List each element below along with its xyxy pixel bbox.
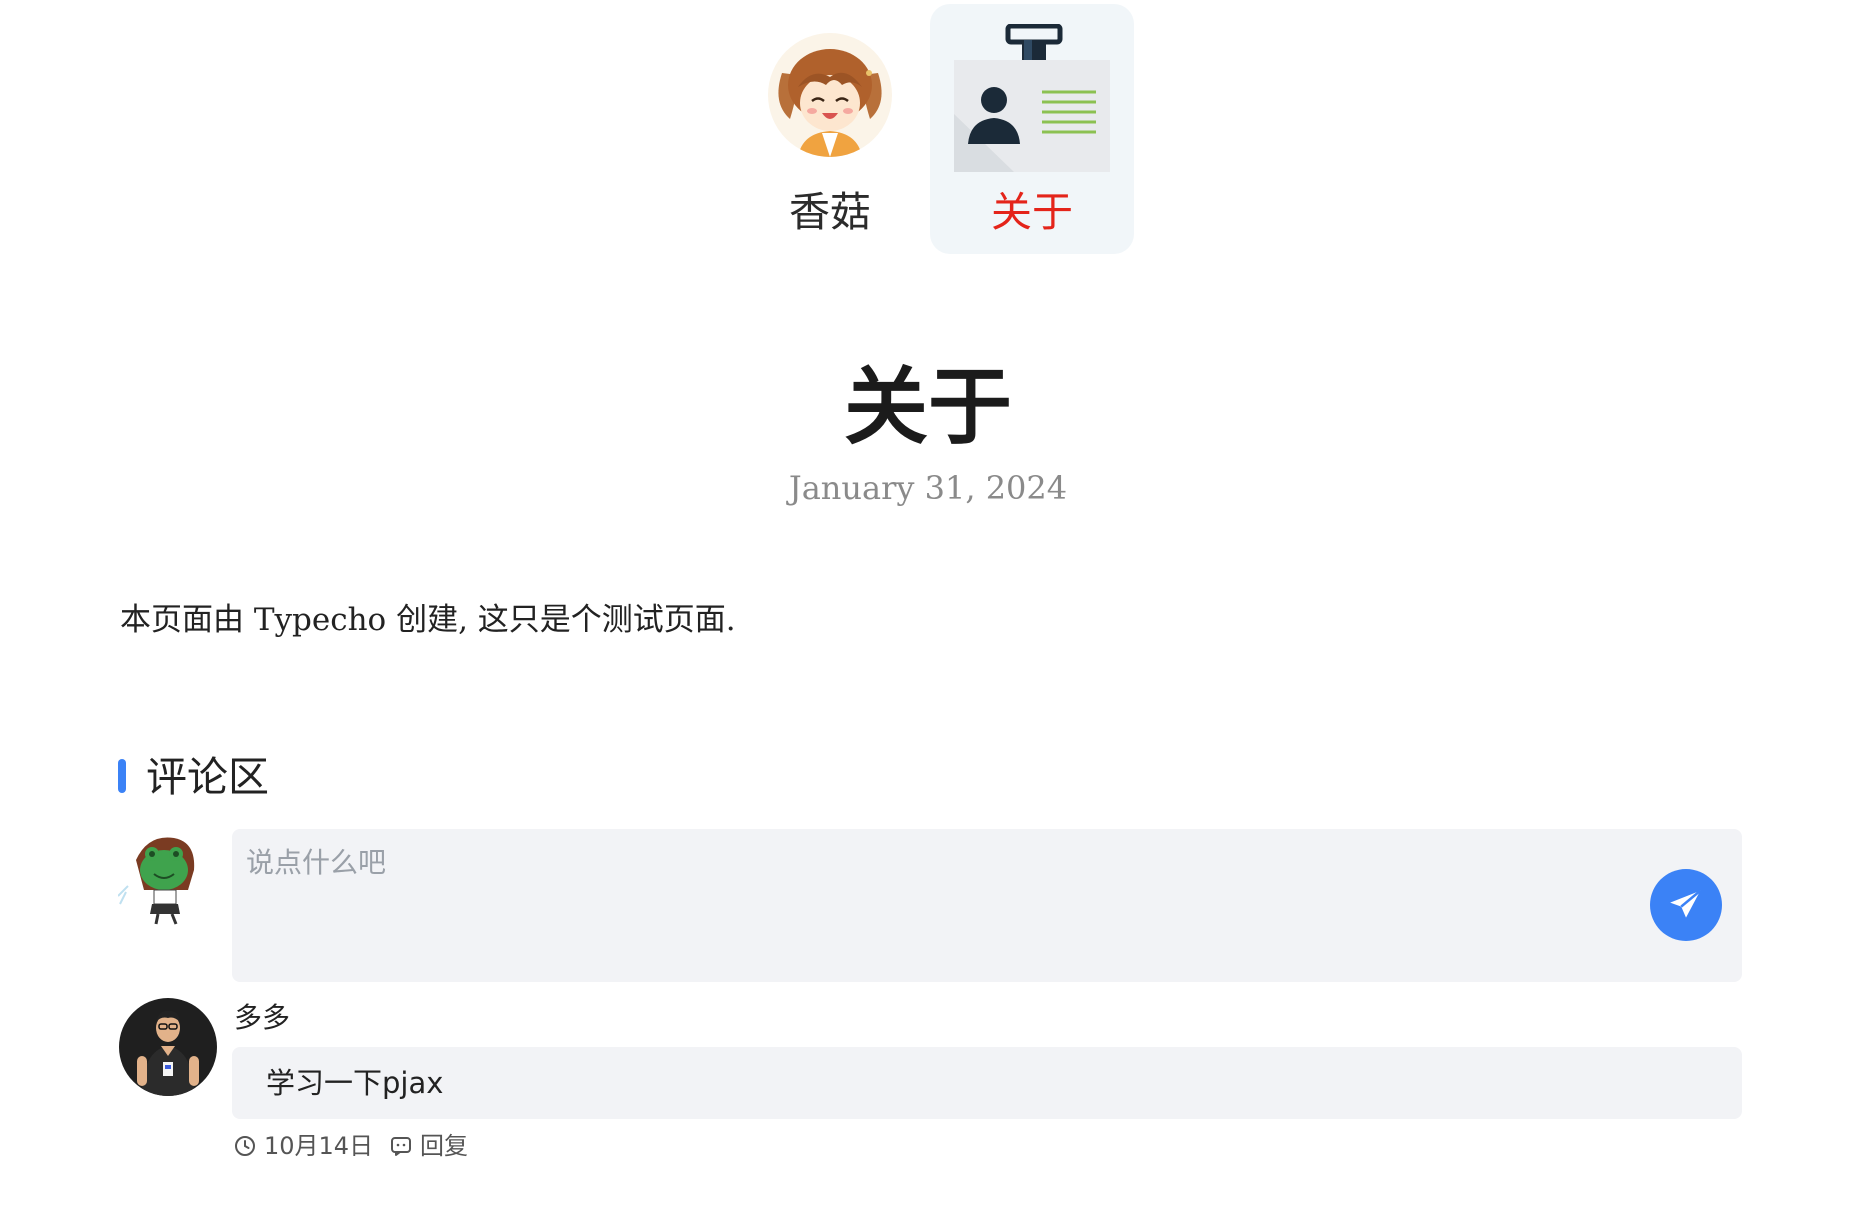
id-card-icon (954, 23, 1110, 174)
avatar[interactable] (119, 998, 217, 1096)
chat-bubble-icon (391, 1137, 411, 1156)
article-body: 本页面由 Typecho 创建, 这只是个测试页面. (120, 602, 736, 638)
comment-author[interactable]: 多多 (234, 998, 290, 1038)
anime-avatar-icon (768, 33, 892, 157)
nav-label: 关于 (991, 188, 1073, 236)
clock-icon (235, 1136, 255, 1156)
top-nav: 香菇 关于 (0, 0, 1856, 260)
paper-plane-icon (1670, 889, 1702, 918)
nav-item-home[interactable]: 香菇 (728, 4, 932, 254)
comment-input[interactable] (246, 843, 1646, 963)
page: 香菇 关于 关于 January 31, 2024 本页面由 Typecho 创… (0, 0, 1856, 1214)
comments-heading-text: 评论区 (146, 753, 269, 801)
guest-avatar (117, 830, 214, 926)
nav-item-about[interactable]: 关于 (930, 4, 1134, 254)
page-title: 关于 (843, 358, 1012, 456)
comment-composer (232, 829, 1742, 982)
heading-accent-bar (118, 759, 126, 793)
comment-bubble: 学习一下pjax (232, 1047, 1742, 1119)
comment-text: 学习一下pjax (266, 1066, 444, 1100)
article-date: January 31, 2024 (788, 469, 1068, 507)
reply-label: 回复 (420, 1132, 468, 1160)
send-button[interactable] (1650, 869, 1722, 941)
comment-date: 10月14日 (264, 1132, 374, 1160)
nav-label: 香菇 (789, 188, 871, 236)
